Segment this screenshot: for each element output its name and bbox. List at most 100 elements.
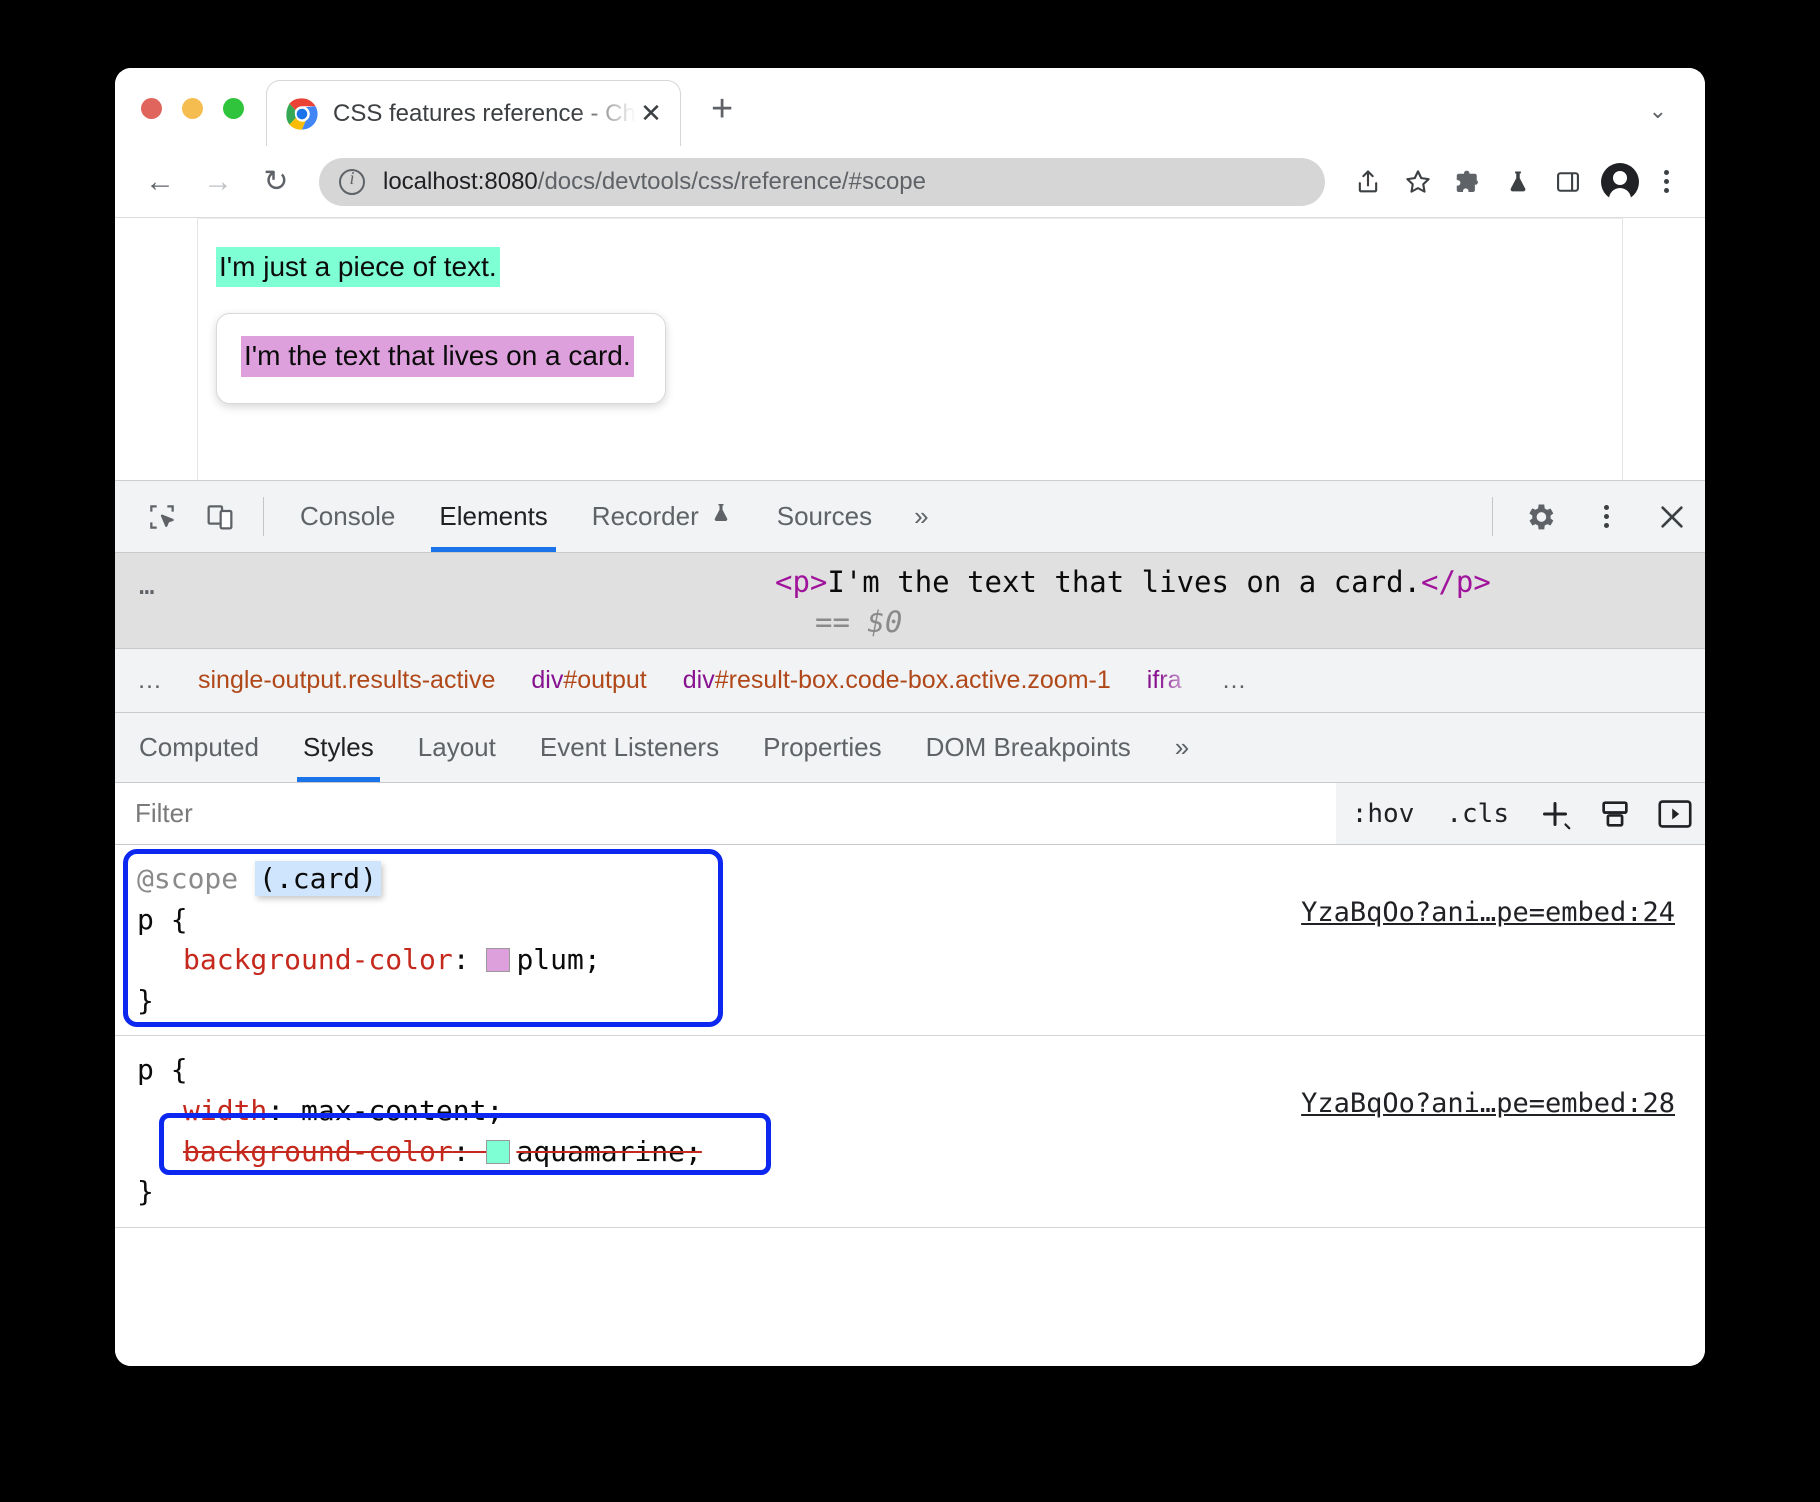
device-toolbar-icon[interactable] <box>191 481 249 552</box>
kebab-menu-icon[interactable] <box>1649 161 1683 203</box>
card-paragraph: I'm the text that lives on a card. <box>241 336 634 376</box>
breadcrumb-overflow-left[interactable]: … <box>115 666 180 695</box>
dom-node-line[interactable]: <p>I'm the text that lives on a card.</p… <box>775 565 1491 599</box>
css-rules-list: YzaBqOo?ani…pe=embed:24 @scope (.card) p… <box>115 845 1705 1237</box>
page-viewport: I'm just a piece of text. I'm the text t… <box>115 218 1705 480</box>
avatar[interactable] <box>1601 163 1639 201</box>
tab-console[interactable]: Console <box>278 481 417 552</box>
more-tabs-button[interactable]: » <box>894 481 948 552</box>
toggle-sidebar-icon[interactable] <box>1645 783 1705 844</box>
tab-recorder[interactable]: Recorder <box>570 481 755 552</box>
pane-tab-properties[interactable]: Properties <box>741 713 904 782</box>
dom-selected-marker: == $0 <box>815 605 902 639</box>
color-swatch[interactable] <box>486 948 510 972</box>
puzzle-icon[interactable] <box>1447 161 1489 203</box>
breadcrumb-tag: div <box>683 666 715 694</box>
back-button[interactable]: ← <box>137 159 183 205</box>
close-devtools-icon[interactable] <box>1639 481 1705 552</box>
declaration-value[interactable]: max-content <box>301 1094 486 1127</box>
breadcrumb-item-iframe[interactable]: ifra <box>1129 666 1200 695</box>
breadcrumb-item-single-output[interactable]: single-output.results-active <box>180 666 513 695</box>
chevron-down-icon[interactable]: ⌄ <box>1649 98 1667 124</box>
rule-close-brace: } <box>137 1172 1685 1213</box>
more-options-icon[interactable] <box>1573 481 1639 552</box>
tab-recorder-label: Recorder <box>592 501 699 532</box>
chrome-logo-icon <box>285 97 319 131</box>
devtools-tabbar: Console Elements Recorder Sources » <box>115 481 1705 553</box>
color-swatch[interactable] <box>486 1140 510 1164</box>
pane-tab-computed[interactable]: Computed <box>115 713 281 782</box>
new-tab-button[interactable]: + <box>711 90 733 128</box>
minimize-window-button[interactable] <box>182 98 203 119</box>
styles-filter-row: :hov .cls <box>115 783 1705 845</box>
window-controls <box>141 98 244 119</box>
browser-window: CSS features reference - Chrom ✕ + ⌄ ← →… <box>115 68 1705 1366</box>
pane-tabs-more-button[interactable]: » <box>1153 713 1211 782</box>
print-media-icon[interactable] <box>1585 783 1645 844</box>
inspect-element-icon[interactable] <box>133 481 191 552</box>
tab-sources[interactable]: Sources <box>755 481 894 552</box>
breadcrumb-overflow-right[interactable]: … <box>1200 666 1265 695</box>
browser-toolbar: ← → ↻ localhost:8080/docs/devtools/css/r… <box>115 146 1705 218</box>
close-tab-button[interactable]: ✕ <box>636 98 666 129</box>
star-icon[interactable] <box>1397 161 1439 203</box>
dom-dollar-zero: $0 <box>867 605 902 639</box>
hov-button[interactable]: :hov <box>1336 783 1431 844</box>
declaration-semicolon: ; <box>685 1135 702 1168</box>
pane-tab-event-listeners[interactable]: Event Listeners <box>518 713 741 782</box>
share-icon[interactable] <box>1347 161 1389 203</box>
devtools-panel: Console Elements Recorder Sources » <box>115 480 1705 1366</box>
reload-button[interactable]: ↻ <box>253 159 299 205</box>
rule-close-brace: } <box>137 981 1685 1022</box>
tab-elements-label: Elements <box>439 501 547 532</box>
plain-paragraph: I'm just a piece of text. <box>216 247 500 287</box>
rule-source-link[interactable]: YzaBqOo?ani…pe=embed:24 <box>1301 893 1675 932</box>
declaration-colon: : <box>453 1135 487 1168</box>
filter-input[interactable] <box>115 783 1336 844</box>
css-declaration-disabled[interactable]: background-color: aquamarine; <box>137 1132 1685 1173</box>
close-window-button[interactable] <box>141 98 162 119</box>
site-info-icon[interactable] <box>339 169 365 195</box>
new-style-rule-button[interactable] <box>1525 783 1585 844</box>
declaration-colon: : <box>453 943 487 976</box>
declaration-semicolon: ; <box>584 943 601 976</box>
forward-button[interactable]: → <box>195 159 241 205</box>
breadcrumb: … single-output.results-active div#outpu… <box>115 649 1705 713</box>
tab-strip: CSS features reference - Chrom ✕ + ⌄ <box>115 68 1705 146</box>
dom-open-tag: <p> <box>775 565 827 599</box>
dom-ellipsis[interactable]: … <box>139 571 157 601</box>
tab-elements[interactable]: Elements <box>417 481 569 552</box>
declaration-property[interactable]: width <box>183 1094 267 1127</box>
breadcrumb-item-output[interactable]: div#output <box>513 666 664 695</box>
declaration-value[interactable]: plum <box>516 943 583 976</box>
url-host: localhost:8080 <box>383 168 538 195</box>
css-rule-scope[interactable]: YzaBqOo?ani…pe=embed:24 @scope (.card) p… <box>115 845 1705 1036</box>
card: I'm the text that lives on a card. <box>216 313 666 403</box>
scope-argument[interactable]: (.card) <box>255 861 381 896</box>
declaration-semicolon: ; <box>486 1094 503 1127</box>
maximize-window-button[interactable] <box>223 98 244 119</box>
pane-tab-layout[interactable]: Layout <box>396 713 518 782</box>
rule-source-link[interactable]: YzaBqOo?ani…pe=embed:28 <box>1301 1084 1675 1123</box>
toolbar-divider <box>263 497 264 536</box>
declaration-property[interactable]: background-color <box>183 943 453 976</box>
breadcrumb-item-result-box[interactable]: div#result-box.code-box.active.zoom-1 <box>665 666 1129 695</box>
pane-tab-styles[interactable]: Styles <box>281 713 396 782</box>
browser-tab[interactable]: CSS features reference - Chrom ✕ <box>266 80 681 146</box>
flask-icon[interactable] <box>1497 161 1539 203</box>
address-bar[interactable]: localhost:8080/docs/devtools/css/referen… <box>319 158 1325 206</box>
devtools-right-actions <box>1478 481 1705 552</box>
declaration-value[interactable]: aquamarine <box>516 1135 685 1168</box>
declaration-property[interactable]: background-color <box>183 1135 453 1168</box>
settings-gear-icon[interactable] <box>1507 481 1573 552</box>
css-rule-p[interactable]: YzaBqOo?ani…pe=embed:28 p { width: max-c… <box>115 1036 1705 1227</box>
pane-tab-dom-breakpoints[interactable]: DOM Breakpoints <box>904 713 1153 782</box>
styles-pane-tabbar: Computed Styles Layout Event Listeners P… <box>115 713 1705 783</box>
breadcrumb-rest: single-output.results-active <box>198 666 495 694</box>
cls-button[interactable]: .cls <box>1430 783 1525 844</box>
url-text: localhost:8080/docs/devtools/css/referen… <box>383 168 926 196</box>
css-declaration[interactable]: background-color: plum; <box>137 940 1685 981</box>
side-panel-icon[interactable] <box>1547 161 1589 203</box>
breadcrumb-tag: ifra <box>1147 666 1182 694</box>
tab-console-label: Console <box>300 501 395 532</box>
